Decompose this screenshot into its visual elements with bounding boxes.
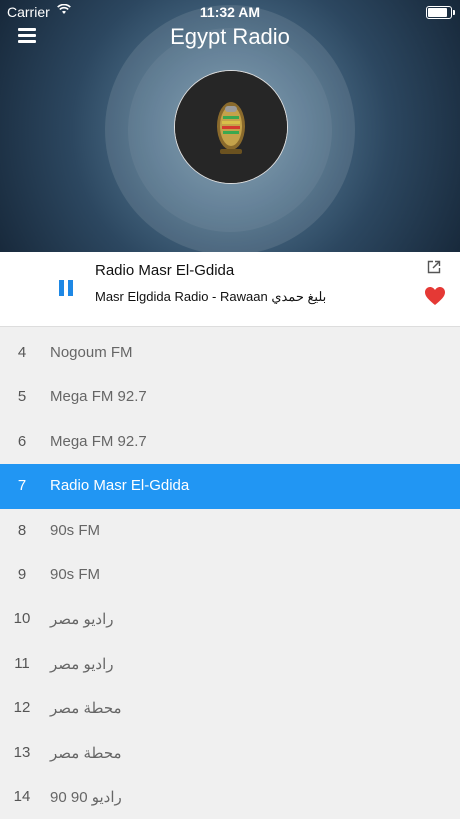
page-title: Egypt Radio [170,24,290,49]
station-row-selected[interactable]: 7 Radio Masr El-Gdida [0,464,460,509]
header-banner: Carrier 11:32 AM Egypt Radio [0,0,460,252]
station-logo [174,70,288,184]
station-number: 7 [17,477,27,495]
station-title: راديو 90 90 [50,788,122,806]
status-bar: Carrier 11:32 AM [0,0,460,24]
station-title: محطة مصر [50,744,122,762]
station-title: محطة مصر [50,700,122,718]
station-name: Radio Masr El-Gdida [95,262,235,279]
pause-icon[interactable] [57,280,75,298]
station-number: 10 [13,610,31,628]
station-title: 90s FM [50,565,101,583]
station-row[interactable]: 5 Mega FM 92.7 [0,375,460,419]
station-list: 4 Nogoum FM 5 Mega FM 92.7 6 Mega FM 92.7 7… [0,331,460,819]
station-title: Radio Masr El-Gdida [50,477,190,495]
station-number: 11 [14,654,30,672]
station-number: 9 [17,565,27,583]
station-row[interactable]: 14 راديو 90 90 [0,775,460,819]
station-row[interactable]: 8 90s FM [0,509,460,553]
now-playing-track: Masr Elgdida Radio - Rawaan بليغ حمدي [95,289,327,304]
station-title: Mega FM 92.7 [50,388,147,406]
station-number: 14 [13,787,31,805]
station-row[interactable]: 11 راديو مصر [0,642,460,686]
station-number: 4 [17,344,27,361]
station-number: 12 [13,699,31,717]
station-title: Mega FM 92.7 [50,432,147,450]
heart-icon[interactable] [424,286,446,306]
station-title: راديو مصر [50,611,114,629]
station-row[interactable]: 13 محطة مصر [0,731,460,775]
station-row[interactable]: 4 Nogoum FM [0,331,460,375]
station-title: راديو مصر [50,655,114,673]
battery-icon [426,6,455,19]
now-playing-bar: Radio Masr El-Gdida Masr Elgdida Radio -… [0,252,460,327]
station-row[interactable]: 9 90s FM [0,553,460,597]
station-row[interactable]: 10 راديو مصر [0,597,460,641]
station-number: 13 [13,743,31,761]
station-number: 6 [17,432,27,450]
station-title: Nogoum FM [50,344,133,361]
station-title: 90s FM [50,521,101,539]
clock: 11:32 AM [199,4,261,20]
station-number: 8 [17,521,27,539]
station-number: 5 [17,388,27,406]
station-row[interactable]: 6 Mega FM 92.7 [0,420,460,464]
share-icon[interactable] [427,260,441,274]
station-row[interactable]: 12 محطة مصر [0,686,460,730]
